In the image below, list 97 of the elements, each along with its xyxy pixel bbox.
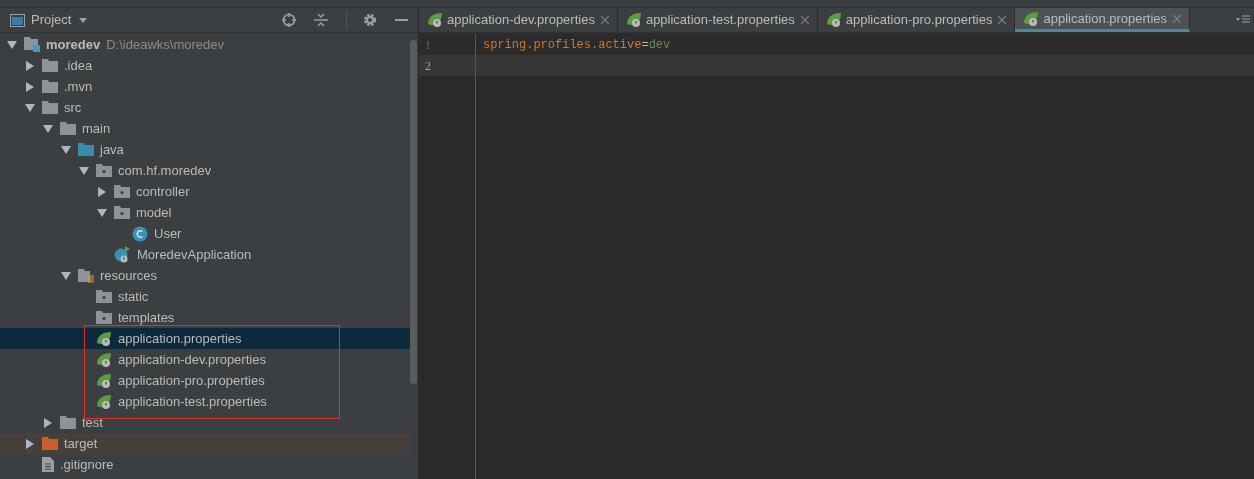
tree-item-label: model (136, 203, 172, 222)
settings-icon[interactable] (363, 13, 377, 27)
collapse-all-icon[interactable] (314, 13, 328, 27)
tree-row[interactable]: test (0, 412, 410, 433)
folder-icon (42, 101, 58, 114)
tree-row[interactable]: src (0, 97, 410, 118)
tree-row[interactable]: resources (0, 265, 410, 286)
tree-item-label: com.hf.moredev (118, 161, 212, 180)
tree-item-label: resources (100, 266, 158, 285)
collapsed-arrow-icon[interactable] (25, 438, 35, 449)
close-icon[interactable] (998, 16, 1007, 24)
file-icon (42, 457, 54, 472)
project-view-dropdown[interactable]: Project (31, 10, 88, 30)
package-folder-icon (114, 185, 130, 198)
expanded-arrow-icon[interactable] (7, 39, 17, 50)
tree-row[interactable]: application.properties (0, 328, 410, 349)
package-folder-icon (114, 206, 130, 219)
tree-item-label: templates (118, 308, 175, 327)
tree-item-label: application-dev.properties (118, 350, 266, 369)
expanded-arrow-icon[interactable] (97, 207, 107, 218)
tree-item-label: application-pro.properties (118, 371, 265, 390)
collapsed-arrow-icon[interactable] (25, 81, 35, 92)
tree-row[interactable]: .mvn (0, 76, 410, 97)
folder-icon (42, 59, 58, 72)
tree-row[interactable]: MoredevApplication (0, 244, 410, 265)
tree-row[interactable]: target (0, 433, 410, 454)
resources-folder-icon (78, 268, 94, 283)
expanded-arrow-icon[interactable] (61, 270, 71, 281)
folder-icon (42, 437, 58, 450)
spring-file-icon (427, 12, 443, 28)
tree-row[interactable]: com.hf.moredev (0, 160, 410, 181)
project-path: D:\ideawks\moredev (106, 35, 224, 54)
tree-item-label: src (64, 98, 82, 117)
tree-row[interactable]: java (0, 139, 410, 160)
panel-window-icon (10, 13, 25, 27)
folder-icon (60, 416, 76, 429)
editor-tab[interactable]: application-dev.properties (419, 8, 618, 32)
folder-icon (42, 80, 58, 93)
tree-item-label: .mvn (64, 77, 93, 96)
spring-file-icon (96, 372, 112, 389)
editor-tab[interactable]: application.properties (1015, 8, 1191, 32)
tree-row[interactable]: application-dev.properties (0, 349, 410, 370)
expanded-arrow-icon[interactable] (79, 165, 89, 176)
tree-item-label: main (82, 119, 111, 138)
folder-icon (78, 143, 94, 156)
editor-tab[interactable]: application-test.properties (617, 8, 818, 32)
tree-item-label: moredev (46, 35, 101, 54)
line-number: 2 (424, 57, 432, 75)
spring-file-icon (825, 12, 842, 28)
tree-item-label: test (82, 413, 103, 432)
package-folder-icon (96, 164, 112, 177)
spring-file-icon (625, 12, 642, 28)
close-icon[interactable] (600, 16, 609, 24)
spring-file-icon (96, 351, 112, 368)
tree-row[interactable]: application-test.properties (0, 391, 410, 412)
scrollbar-thumb[interactable] (410, 40, 417, 384)
class-icon (132, 225, 148, 242)
close-icon[interactable] (800, 16, 809, 24)
tree-item-label: java (100, 140, 124, 159)
tree-item-label: target (64, 434, 98, 453)
minimize-icon[interactable] (395, 18, 408, 22)
dropdown-caret-icon (79, 17, 88, 23)
tab-list-icon[interactable] (1236, 15, 1250, 25)
package-folder-icon (96, 290, 112, 303)
tree-row[interactable]: static (0, 286, 410, 307)
tree-row[interactable]: User (0, 223, 410, 244)
expanded-arrow-icon[interactable] (61, 144, 71, 155)
code-line: spring.profiles.active=dev (483, 36, 671, 54)
tree-row[interactable]: moredev D:\ideawks\moredev (0, 34, 410, 55)
tree-item-label: .gitignore (60, 455, 114, 474)
tree-row[interactable]: .idea (0, 55, 410, 76)
project-folder-icon (24, 37, 40, 52)
spring-file-icon (1023, 10, 1040, 27)
tree-item-label: User (154, 224, 182, 243)
tree-item-label: .idea (64, 56, 93, 75)
expanded-arrow-icon[interactable] (25, 102, 35, 113)
tree-row[interactable]: templates (0, 307, 410, 328)
tree-item-label: controller (136, 182, 190, 201)
spring-file-icon (96, 393, 112, 410)
tree-item-label: static (118, 287, 149, 306)
folder-icon (60, 122, 76, 135)
collapsed-arrow-icon[interactable] (97, 186, 107, 197)
collapsed-arrow-icon[interactable] (25, 60, 35, 71)
tree-row[interactable]: controller (0, 181, 410, 202)
tree-item-label: application.properties (118, 329, 242, 348)
application-class-icon (114, 246, 131, 263)
tree-row[interactable]: model (0, 202, 410, 223)
tree-item-label: application-test.properties (118, 392, 267, 411)
tree-item-label: MoredevApplication (137, 245, 252, 264)
package-folder-icon (96, 311, 112, 324)
tree-row[interactable]: application-pro.properties (0, 370, 410, 391)
expanded-arrow-icon[interactable] (43, 123, 53, 134)
spring-file-icon (96, 330, 112, 347)
tree-row[interactable]: main (0, 118, 410, 139)
tree-row[interactable]: .gitignore (0, 454, 410, 475)
collapsed-arrow-icon[interactable] (43, 417, 53, 428)
locate-icon[interactable] (282, 13, 296, 27)
